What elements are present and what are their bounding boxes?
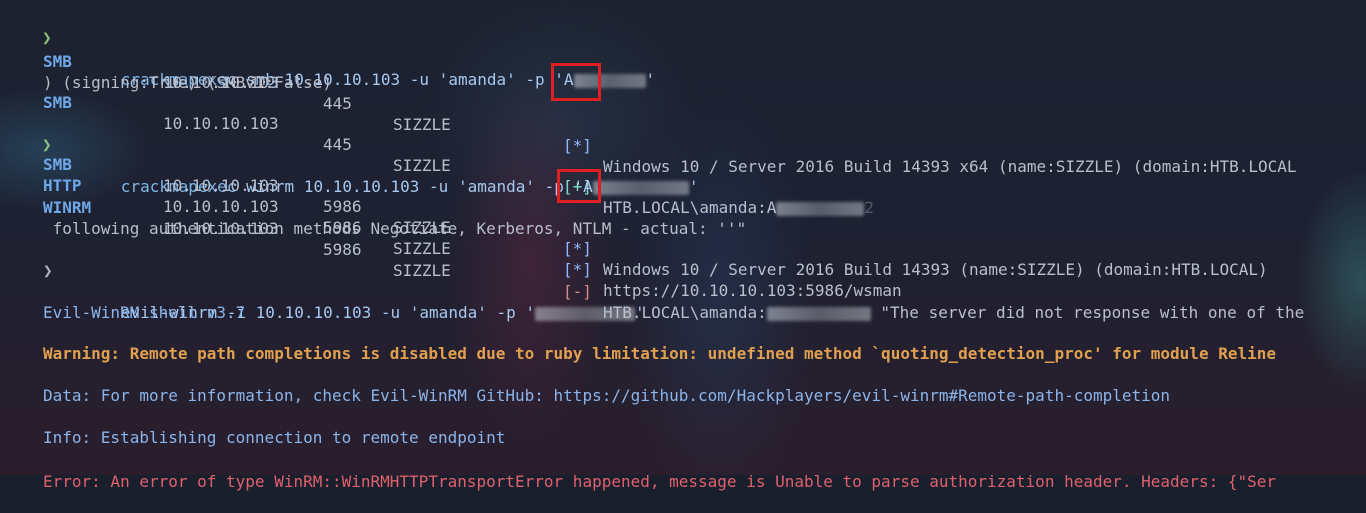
output-row: SMB 10.10.10.103 5986 SIZZLE [*] Windows…	[43, 155, 1268, 279]
highlight-box-failure	[557, 169, 601, 203]
status-badge: [*]	[563, 239, 592, 258]
output-row: WINRM 10.10.10.103 5986 SIZZLE [-] HTB.L…	[43, 198, 1305, 322]
output-row: SMB 10.10.10.103 445 SIZZLE [+] HTB.LOCA…	[43, 93, 875, 217]
evil-winrm-command-line: ❯ evil-winrm -i 10.10.10.103 -u 'amanda'…	[43, 261, 645, 322]
prompt-icon: ❯	[42, 135, 52, 154]
redacted-password	[592, 180, 689, 195]
warning-line: Warning: Remote path completions is disa…	[43, 344, 1276, 363]
output-row: HTTP 10.10.10.103 5986 SIZZLE [*] https:…	[43, 176, 902, 300]
status-badge: [*]	[563, 260, 592, 279]
evil-banner: Evil-WinRM shell v3.7	[43, 303, 246, 322]
output-wrap: following authentication methods Negotia…	[43, 219, 747, 238]
output-wrap: ) (signing:True) (SMBv1:False)	[43, 73, 332, 92]
status-badge: [*]	[563, 136, 592, 155]
redacted-password	[766, 306, 871, 321]
prompt-icon: ❯	[43, 261, 53, 280]
output-row: SMB 10.10.10.103 445 SIZZLE [*] Windows …	[43, 52, 1297, 176]
error-line: Error: An error of type WinRM::WinRMHTTP…	[43, 472, 1276, 491]
data-line: Data: For more information, check Evil-W…	[43, 386, 1171, 405]
redacted-password	[776, 201, 865, 216]
info-line: Info: Establishing connection to remote …	[43, 428, 506, 447]
winrm-command-line: ❯ crackmapexec winrm 10.10.10.103 -u 'am…	[42, 135, 699, 196]
command-args: winrm 10.10.10.103 -u 'amanda' -p 'A	[236, 177, 593, 196]
command-args: -i 10.10.10.103 -u 'amanda' -p '	[217, 303, 536, 322]
highlight-box-success	[551, 63, 601, 101]
redacted-password	[535, 306, 636, 321]
prompt-icon: ❯	[42, 28, 52, 47]
smb-command-line: ❯ crackmapexec smb 10.10.10.103 -u 'aman…	[42, 28, 656, 89]
terminal-window[interactable]: ❯ crackmapexec smb 10.10.10.103 -u 'aman…	[0, 0, 1366, 491]
